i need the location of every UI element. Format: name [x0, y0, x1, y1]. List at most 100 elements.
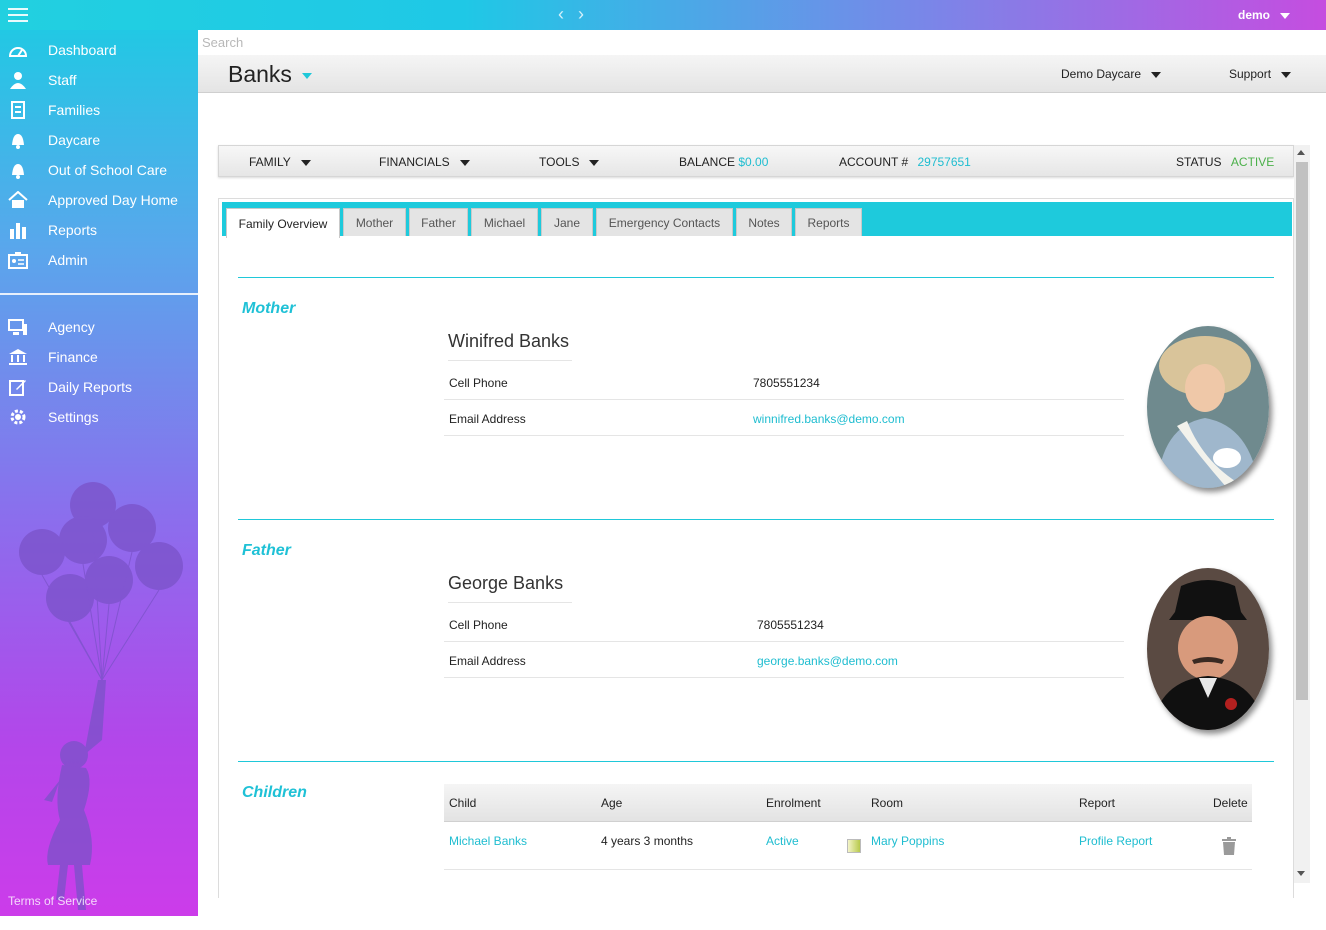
status-badge: ACTIVE	[1230, 155, 1275, 169]
father-email-link[interactable]: george.banks@demo.com	[757, 654, 898, 668]
mother-name: Winifred Banks	[448, 331, 572, 361]
sidebar-item-families[interactable]: Families	[0, 95, 198, 125]
father-email-row: Email Address george.banks@demo.com	[444, 642, 1124, 678]
tab-family-overview[interactable]: Family Overview	[226, 208, 340, 238]
sidebar-item-dashboard[interactable]: Dashboard	[0, 35, 198, 65]
balance-label: BALANCE	[679, 155, 736, 169]
terms-of-service-link[interactable]: Terms of Service	[8, 894, 97, 908]
dashboard-icon	[8, 41, 28, 59]
daycare-selector[interactable]: Demo Daycare	[1061, 67, 1162, 81]
room-link[interactable]: Mary Poppins	[871, 834, 944, 848]
section-title-father: Father	[242, 542, 291, 559]
account-number: ACCOUNT # 29757651	[839, 155, 971, 169]
bar-chart-icon	[8, 221, 28, 239]
page-title[interactable]: Banks	[228, 61, 312, 88]
column-header-delete: Delete	[1213, 796, 1248, 810]
nav-forward-icon[interactable]: ›	[578, 4, 598, 24]
sidebar-item-label: Staff	[48, 72, 77, 88]
sidebar-item-settings[interactable]: Settings	[0, 402, 198, 432]
father-photo	[1147, 568, 1269, 730]
bank-icon	[8, 348, 28, 366]
cell-phone-label: Cell Phone	[449, 618, 508, 632]
user-name: demo	[1237, 8, 1270, 22]
sidebar: Dashboard Staff Families Daycare Out of …	[0, 30, 198, 916]
mother-photo	[1147, 326, 1269, 488]
balance: BALANCE $0.00	[679, 155, 768, 169]
account-value: 29757651	[917, 155, 971, 169]
tab-jane[interactable]: Jane	[541, 208, 593, 236]
search-input[interactable]	[198, 30, 1326, 55]
admin-icon	[8, 251, 28, 269]
child-age: 4 years 3 months	[601, 834, 694, 848]
sidebar-item-label: Daycare	[48, 132, 101, 148]
column-header-child: Child	[449, 796, 477, 810]
sidebar-item-agency[interactable]: Agency	[0, 312, 198, 342]
chevron-down-icon	[589, 159, 600, 166]
account-bar: FAMILY FINANCIALS TOOLS BALANCE $0.00 AC…	[218, 145, 1294, 177]
hamburger-menu-icon[interactable]	[8, 8, 28, 22]
family-menu-label: FAMILY	[249, 155, 291, 169]
family-menu[interactable]: FAMILY	[249, 155, 311, 169]
chevron-down-icon	[1280, 12, 1290, 19]
user-menu[interactable]: demo	[1238, 8, 1290, 22]
cell-phone-label: Cell Phone	[449, 376, 508, 390]
father-name: George Banks	[448, 573, 572, 603]
sidebar-item-admin[interactable]: Admin	[0, 245, 198, 275]
scroll-up-icon[interactable]	[1297, 150, 1305, 155]
tools-menu-label: TOOLS	[539, 155, 580, 169]
sidebar-item-staff[interactable]: Staff	[0, 65, 198, 95]
nav-arrows: ‹›	[558, 4, 598, 25]
sidebar-item-finance[interactable]: Finance	[0, 342, 198, 372]
sidebar-item-daycare[interactable]: Daycare	[0, 125, 198, 155]
sidebar-item-label: Admin	[48, 252, 88, 268]
family-panel: Family Overview Mother Father Michael Ja…	[218, 198, 1294, 898]
families-icon	[8, 101, 28, 119]
sidebar-item-approved-day-home[interactable]: Approved Day Home	[0, 185, 198, 215]
sidebar-item-reports[interactable]: Reports	[0, 215, 198, 245]
tab-mother[interactable]: Mother	[343, 208, 406, 236]
chevron-down-icon	[300, 159, 311, 166]
tab-notes[interactable]: Notes	[736, 208, 792, 236]
mother-cell-row: Cell Phone 7805551234	[444, 364, 1124, 400]
child-name-link[interactable]: Michael Banks	[449, 834, 527, 848]
tab-father[interactable]: Father	[409, 208, 468, 236]
chevron-down-icon	[459, 159, 470, 166]
mother-email-link[interactable]: winnifred.banks@demo.com	[753, 412, 905, 426]
sidebar-item-daily-reports[interactable]: Daily Reports	[0, 372, 198, 402]
mother-email-row: Email Address winnifred.banks@demo.com	[444, 400, 1124, 436]
children-table-header: Child Age Enrolment Room Report Delete	[444, 784, 1252, 822]
profile-report-link[interactable]: Profile Report	[1079, 834, 1152, 848]
tools-menu[interactable]: TOOLS	[539, 155, 600, 169]
edit-icon	[8, 378, 28, 396]
section-divider	[238, 761, 1274, 762]
enrolment-status-link[interactable]: Active	[766, 834, 799, 848]
tab-emergency-contacts[interactable]: Emergency Contacts	[596, 208, 733, 236]
balloon-girl-illustration	[19, 482, 183, 910]
mother-cell-value: 7805551234	[753, 376, 820, 390]
sidebar-item-out-of-school-care[interactable]: Out of School Care	[0, 155, 198, 185]
sidebar-item-label: Dashboard	[48, 42, 117, 58]
sidebar-item-label: Settings	[48, 409, 99, 425]
scroll-down-icon[interactable]	[1297, 871, 1305, 876]
nav-back-icon[interactable]: ‹	[558, 4, 578, 24]
top-bar: ‹› demo	[0, 0, 1326, 30]
section-divider	[238, 519, 1274, 520]
tab-reports[interactable]: Reports	[795, 208, 862, 236]
tab-michael[interactable]: Michael	[471, 208, 538, 236]
column-header-age: Age	[601, 796, 623, 810]
tab-strip: Family Overview Mother Father Michael Ja…	[222, 202, 1292, 238]
chevron-down-icon	[1281, 71, 1292, 78]
column-header-enrolment: Enrolment	[766, 796, 821, 810]
sidebar-item-label: Agency	[48, 319, 95, 335]
chevron-down-icon	[301, 72, 312, 79]
gear-icon	[8, 408, 28, 426]
scrollbar-thumb[interactable]	[1296, 162, 1308, 700]
bell-icon	[8, 161, 28, 179]
email-label: Email Address	[449, 412, 526, 426]
sidebar-item-label: Out of School Care	[48, 162, 168, 178]
trash-icon[interactable]	[1222, 837, 1236, 855]
chevron-down-icon	[1151, 71, 1162, 78]
support-menu[interactable]: Support	[1229, 67, 1292, 81]
financials-menu[interactable]: FINANCIALS	[379, 155, 470, 169]
home-icon	[8, 191, 28, 209]
